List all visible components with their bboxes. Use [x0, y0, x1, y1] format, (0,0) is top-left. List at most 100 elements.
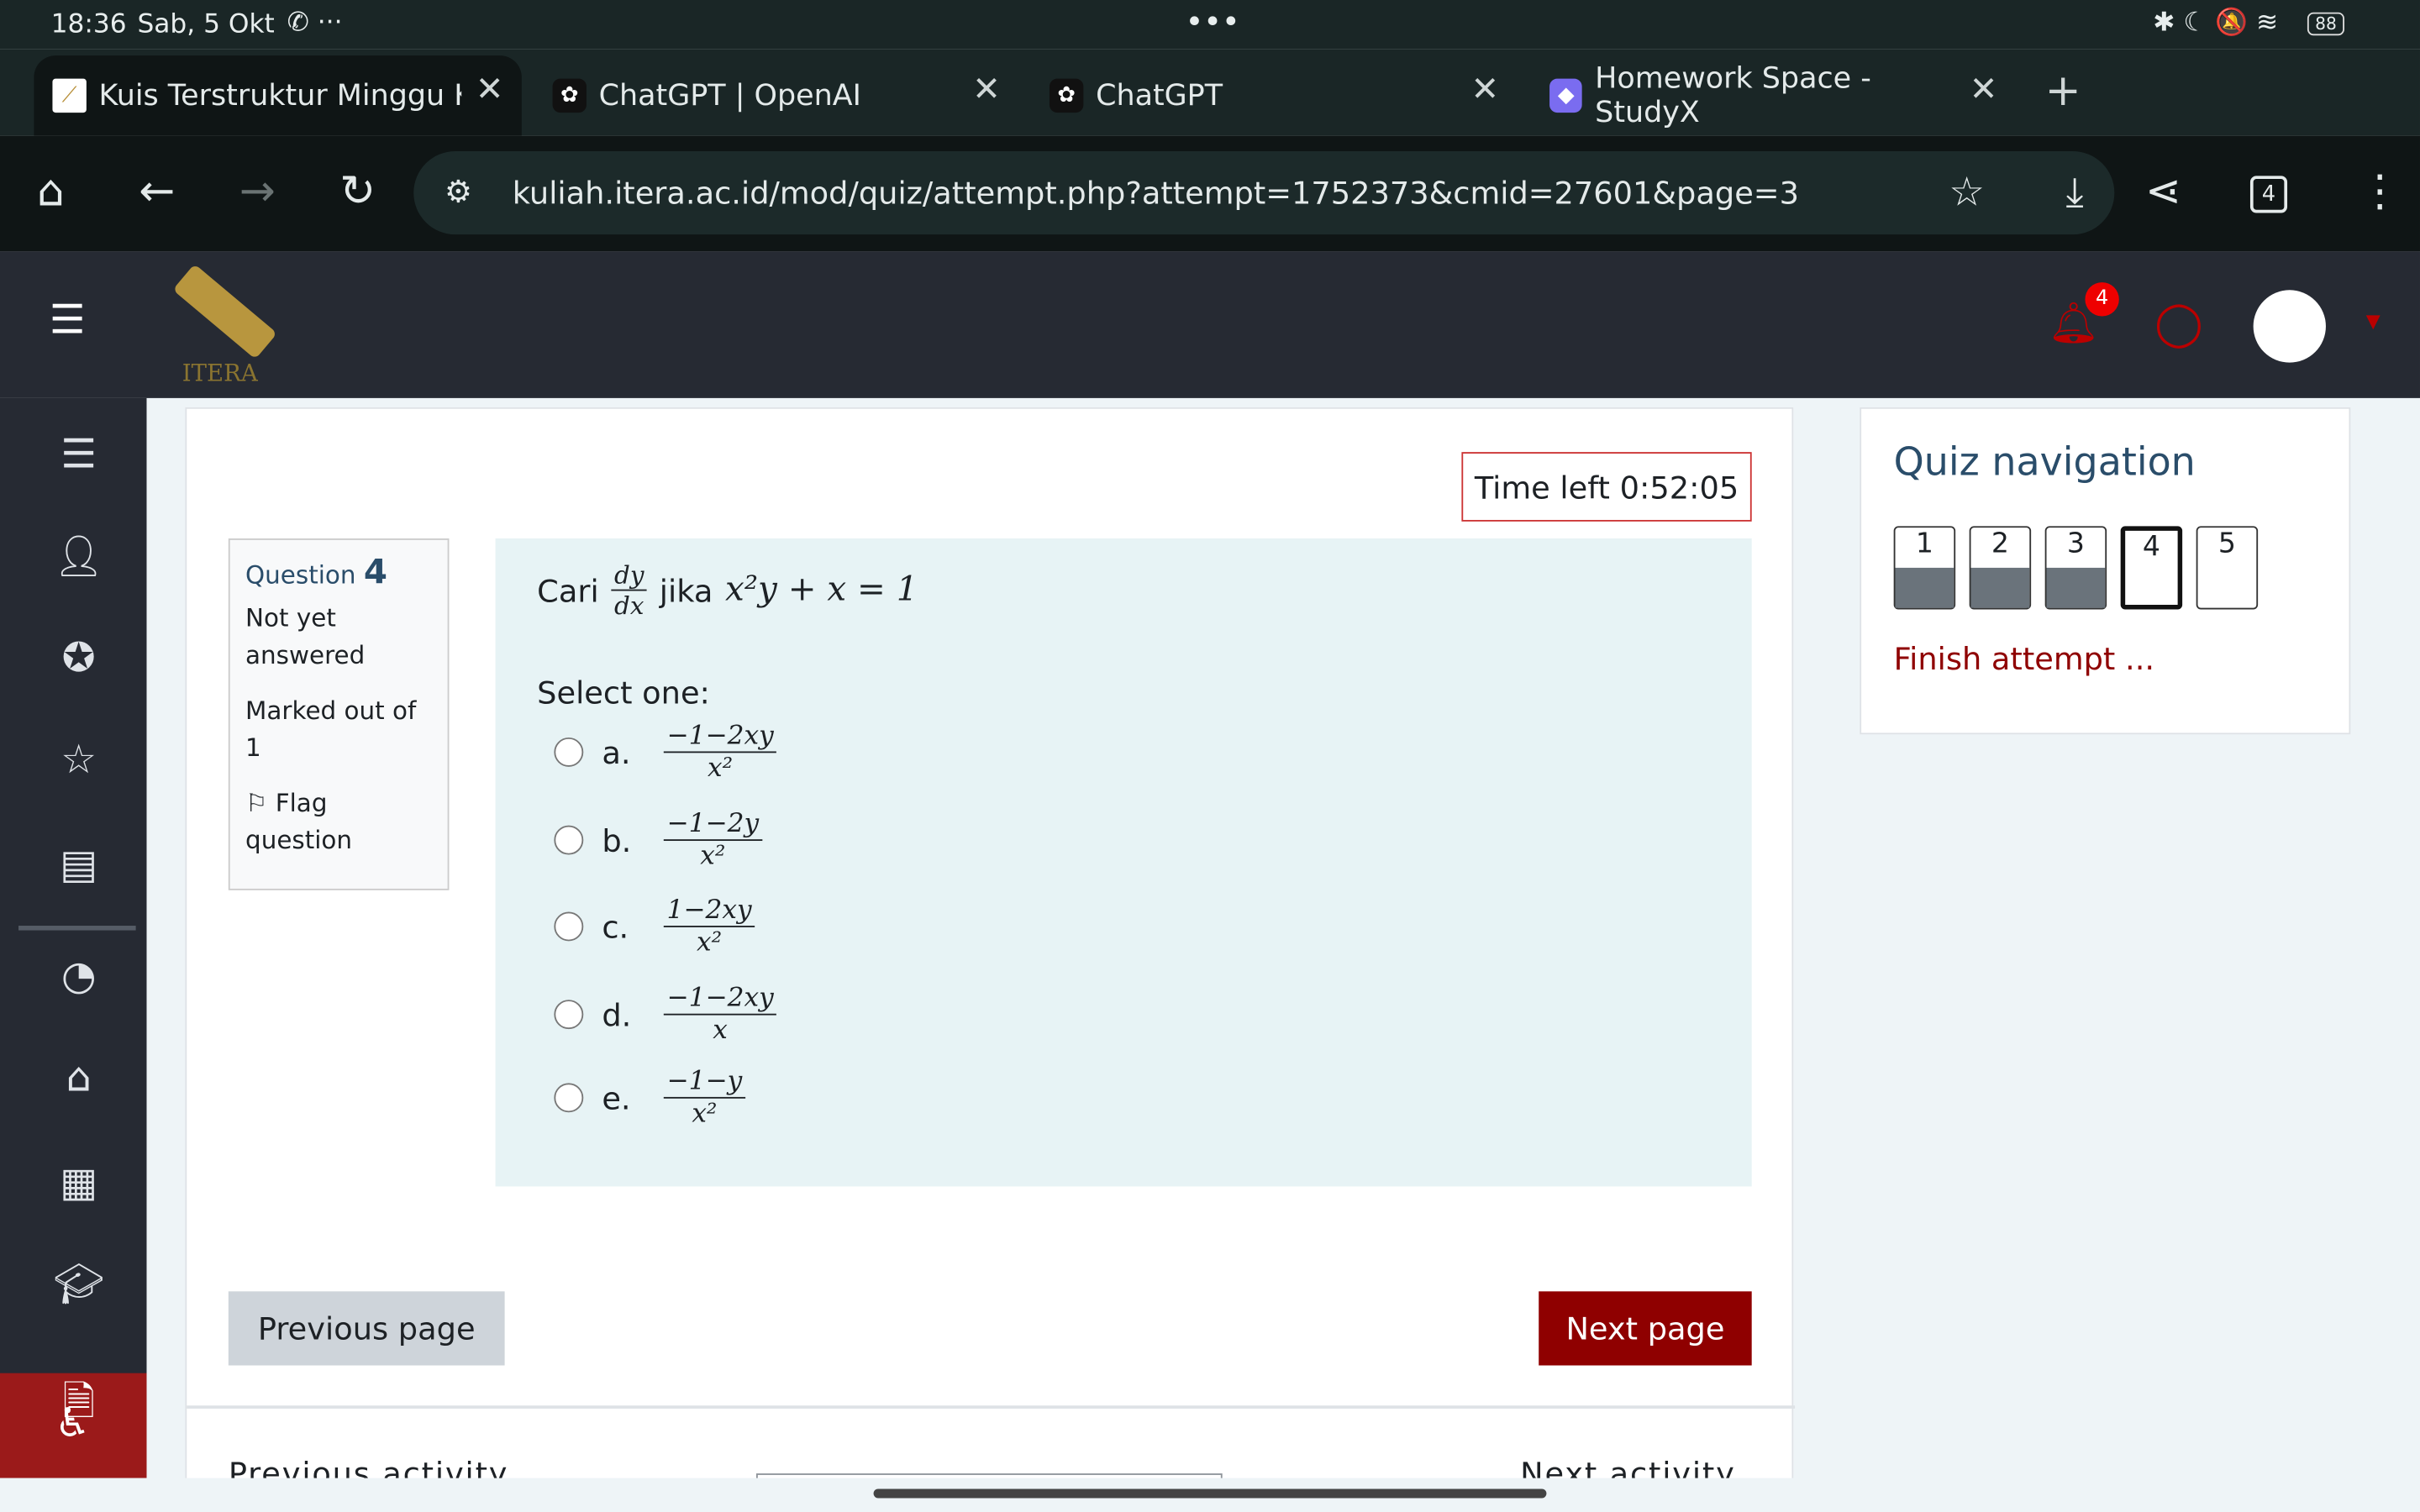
quiz-nav-button-1[interactable]: 1: [1893, 526, 1956, 610]
dashboard-icon[interactable]: ◔: [52, 953, 104, 1000]
option-c[interactable]: c. 1−2xy x²: [554, 895, 755, 959]
url-text[interactable]: kuliah.itera.ac.id/mod/quiz/attempt.php?…: [513, 175, 1799, 212]
divider: [187, 1405, 1796, 1409]
download-icon[interactable]: ⤓: [2065, 170, 2083, 218]
back-icon[interactable]: ←: [139, 169, 175, 213]
quiz-navigation-block: Quiz navigation 1 2 3 4 5 Finish attempt…: [1860, 407, 2351, 735]
quiz-nav-button-4[interactable]: 4: [2120, 526, 2183, 610]
badge-icon[interactable]: ✪: [52, 636, 104, 682]
radio-d[interactable]: [554, 1000, 584, 1030]
option-den: x²: [700, 841, 726, 873]
notification-badge: 4: [2085, 282, 2119, 317]
forward-icon[interactable]: →: [239, 169, 276, 213]
star-icon[interactable]: ☆: [52, 738, 104, 784]
clock: 18:36: [50, 9, 127, 40]
date: Sab, 5 Okt: [137, 9, 275, 40]
accessibility-area: 🗎 ♿︎: [0, 1373, 147, 1478]
more-dots-icon: •••: [1185, 3, 1240, 40]
tab-bar: ⟋ Kuis Terstruktur Minggu Ke- ✕ ✿ ChatGPT…: [0, 49, 2420, 136]
option-e[interactable]: e. −1−y x²: [554, 1066, 745, 1131]
hamburger-icon[interactable]: ☰: [50, 297, 86, 344]
quiz-nav-button-3[interactable]: 3: [2044, 526, 2107, 610]
tab-chatgpt-openai[interactable]: ✿ ChatGPT | OpenAI: [534, 55, 1013, 136]
select-one-label: Select one:: [537, 674, 710, 711]
openai-icon: ✿: [552, 78, 587, 113]
option-den: x²: [692, 1099, 718, 1131]
radio-e[interactable]: [554, 1084, 584, 1113]
timer: Time left 0:52:05: [1461, 452, 1752, 522]
accessibility-icon[interactable]: ♿︎: [46, 1401, 98, 1447]
nav-number: 5: [2217, 528, 2236, 560]
home-icon[interactable]: ⌂: [37, 169, 65, 213]
previous-page-button[interactable]: Previous page: [228, 1291, 505, 1366]
address-bar[interactable]: ⚙ kuliah.itera.ac.id/mod/quiz/attempt.ph…: [413, 150, 2115, 235]
divider: [18, 926, 136, 931]
tab-studyx[interactable]: ◆ Homework Space - StudyX: [1531, 55, 1994, 136]
option-den: x²: [708, 753, 734, 785]
sidebar: ☰ 👤︎ ✪ ☆ ▤ ◔ ⌂ ▦ 🎓︎ 🗎 ♿︎: [0, 397, 147, 1478]
itera-favicon-icon: ⟋: [52, 78, 87, 113]
system-icons: ✱ ☾ 🔕 ≋: [2153, 8, 2279, 39]
site-settings-icon[interactable]: ⚙: [445, 173, 472, 210]
option-b[interactable]: b. −1−2y x²: [554, 808, 762, 873]
next-page-button[interactable]: Next page: [1539, 1291, 1752, 1366]
gesture-bar[interactable]: [873, 1488, 1547, 1499]
star-icon[interactable]: ☆: [1949, 170, 1985, 216]
graduation-icon[interactable]: 🎓︎: [52, 1262, 104, 1308]
nav-number: 3: [2066, 528, 2085, 560]
status-bar: 18:36 Sab, 5 Okt ✆ ··· ••• ✱ ☾ 🔕 ≋ 88: [0, 0, 2420, 50]
radio-b[interactable]: [554, 826, 584, 856]
tab-count-button[interactable]: 4: [2249, 176, 2288, 213]
option-letter: d.: [602, 996, 632, 1034]
openai-icon: ✿: [1049, 78, 1084, 113]
reload-icon[interactable]: ↻: [339, 169, 376, 213]
toolbar: ⌂ ← → ↻ ⚙ kuliah.itera.ac.id/mod/quiz/at…: [0, 135, 2420, 252]
option-letter: e.: [602, 1079, 631, 1117]
question-info: Question 4 Not yet answered Marked out o…: [228, 538, 450, 890]
question-marks: Marked out of 1: [245, 696, 417, 763]
jika-word: jika: [659, 571, 713, 609]
list-icon[interactable]: ☰: [52, 432, 104, 478]
radio-c[interactable]: [554, 912, 584, 942]
chevron-down-icon[interactable]: ▼: [2366, 310, 2381, 332]
option-letter: c.: [602, 908, 629, 946]
option-d[interactable]: d. −1−2xy x: [554, 983, 777, 1047]
question-text: Cari dy dx jika x²y + x = 1: [537, 560, 918, 621]
menu-icon[interactable]: ⋮: [2359, 169, 2402, 213]
finish-attempt-link[interactable]: Finish attempt ...: [1894, 640, 2154, 677]
flag-question-link[interactable]: ⚐ Flag question: [245, 785, 432, 859]
close-tab-icon[interactable]: ✕: [476, 71, 504, 109]
new-tab-icon[interactable]: +: [2045, 65, 2081, 116]
option-den: x: [713, 1016, 728, 1047]
close-tab-icon[interactable]: ✕: [972, 71, 1001, 109]
option-num: −1−2xy: [663, 983, 777, 1016]
messages-icon[interactable]: ◯: [2154, 297, 2203, 349]
itera-logo[interactable]: ITERA: [172, 255, 298, 391]
option-a[interactable]: a. −1−2xy x²: [554, 721, 777, 785]
close-tab-icon[interactable]: ✕: [1470, 71, 1499, 109]
tab-kuis[interactable]: ⟋ Kuis Terstruktur Minggu Ke-: [34, 55, 522, 136]
users-icon[interactable]: 👤︎: [52, 534, 104, 580]
option-num: −1−2y: [663, 808, 762, 842]
option-letter: b.: [602, 822, 632, 859]
question-label: Question: [245, 559, 356, 590]
quiz-nav-button-2[interactable]: 2: [1969, 526, 2032, 610]
tab-chatgpt[interactable]: ✿ ChatGPT: [1031, 55, 1509, 136]
book-icon[interactable]: ▤: [52, 843, 104, 889]
quiz-nav-title: Quiz navigation: [1893, 439, 2196, 485]
prompt-word: Cari: [537, 571, 599, 609]
close-tab-icon[interactable]: ✕: [1970, 71, 1998, 109]
home-icon[interactable]: ⌂: [52, 1055, 104, 1101]
quiz-nav-button-5[interactable]: 5: [2196, 526, 2259, 610]
calendar-icon[interactable]: ▦: [52, 1160, 104, 1206]
nav-number: 4: [2142, 530, 2160, 564]
avatar[interactable]: [2253, 290, 2326, 363]
radio-a[interactable]: [554, 738, 584, 768]
question-number: 4: [363, 554, 387, 593]
flag-icon: ⚐: [245, 788, 268, 818]
whatsapp-icon: ✆ ···: [287, 8, 343, 39]
share-icon[interactable]: ⋖: [2145, 169, 2181, 213]
tab-title: Kuis Terstruktur Minggu Ke-: [98, 78, 462, 113]
moodle-header: ☰ ITERA 🔔︎ 4 ◯ ▼: [0, 251, 2420, 398]
question-content: Cari dy dx jika x²y + x = 1 Select one: a…: [495, 538, 1752, 1187]
